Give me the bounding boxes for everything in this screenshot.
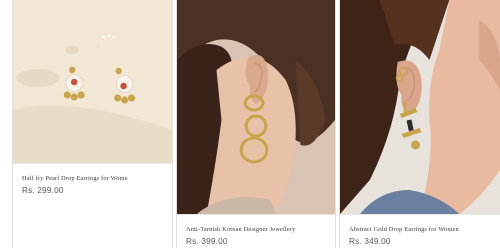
product-name[interactable]: Abstract Gold Drop Earrings for Women	[349, 226, 496, 233]
product-name[interactable]: Half fry Pearl Drop Earrings for Wome	[22, 175, 168, 182]
product-price: Rs. 299.00	[22, 186, 64, 195]
product-card[interactable]: Abstract Gold Drop Earrings for Women Rs…	[339, 0, 500, 248]
product-price: Rs. 349.00	[349, 237, 391, 246]
product-image[interactable]	[340, 0, 500, 214]
product-info: Abstract Gold Drop Earrings for Women Rs…	[340, 214, 500, 248]
product-image[interactable]	[177, 0, 335, 214]
product-image[interactable]	[13, 0, 172, 163]
product-grid: Half fry Pearl Drop Earrings for Wome Rs…	[0, 0, 500, 248]
product-card[interactable]: Anti-Tarnish Korean Designer Jewellery R…	[176, 0, 336, 248]
product-info: Anti-Tarnish Korean Designer Jewellery R…	[177, 214, 335, 248]
product-name[interactable]: Anti-Tarnish Korean Designer Jewellery	[186, 226, 331, 233]
product-info: Half fry Pearl Drop Earrings for Wome Rs…	[13, 163, 172, 248]
product-card[interactable]: Half fry Pearl Drop Earrings for Wome Rs…	[12, 0, 173, 248]
product-price: Rs. 399.00	[186, 237, 228, 246]
